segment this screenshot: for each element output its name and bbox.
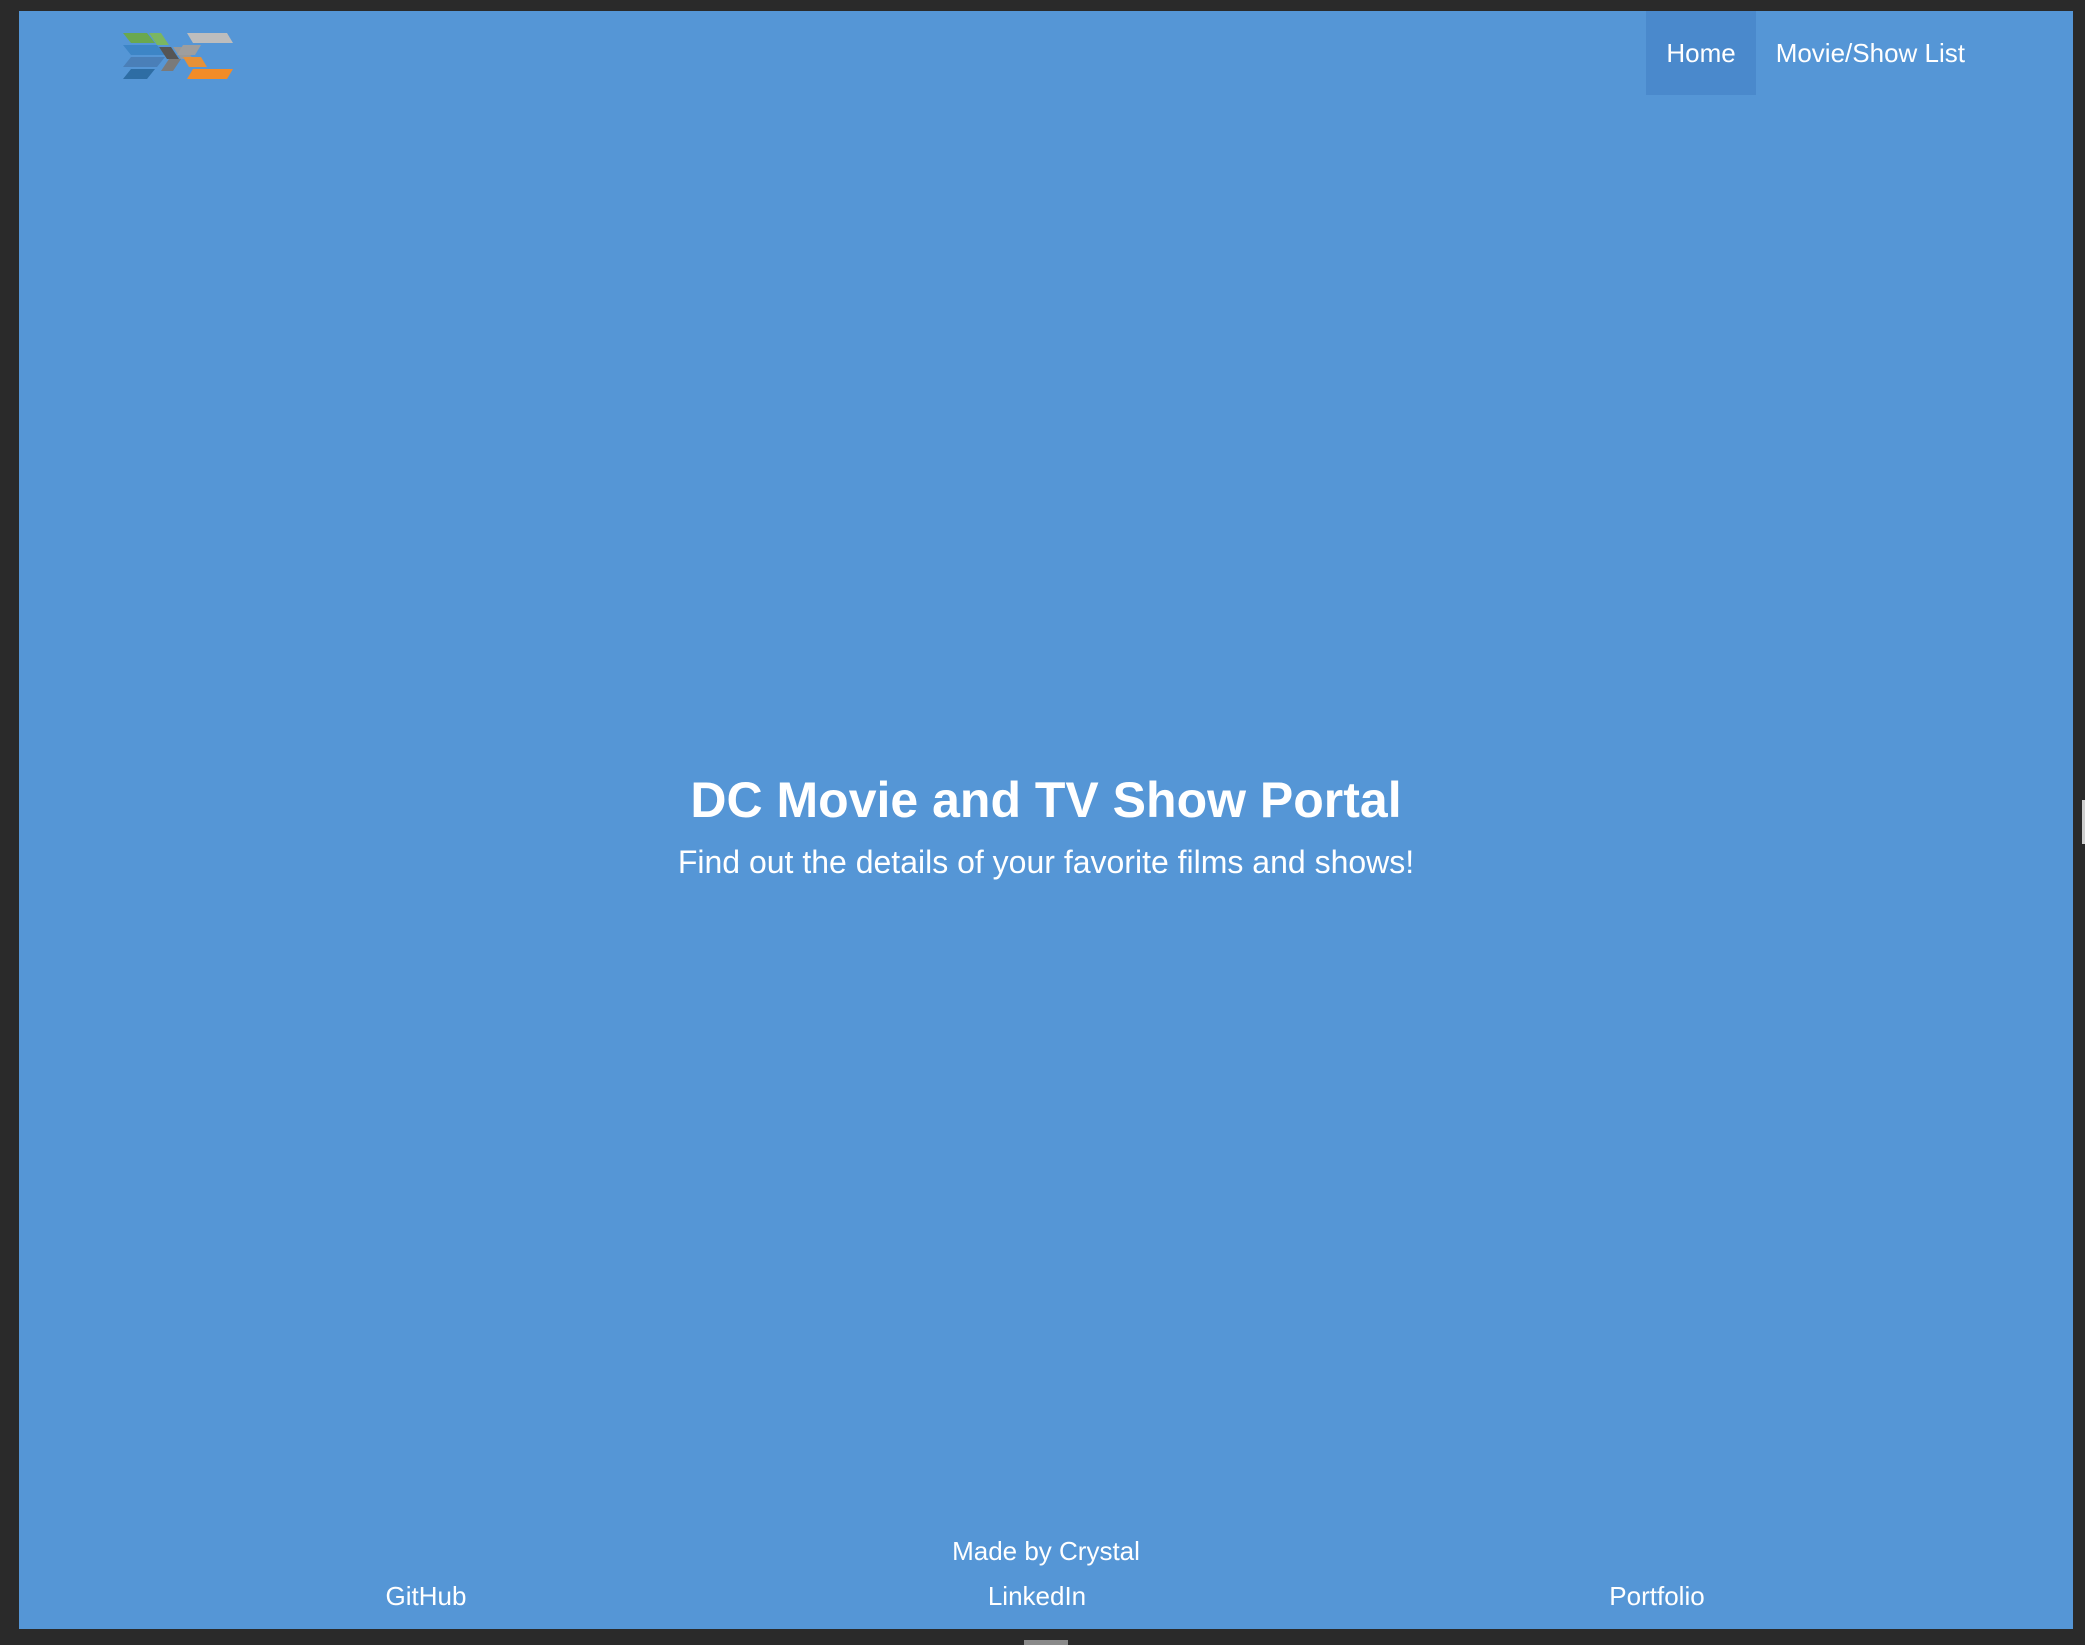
page-container: Home Movie/Show List DC Movie and TV Sho… bbox=[19, 11, 2073, 1629]
portfolio-link[interactable]: Portfolio bbox=[1609, 1571, 1704, 1621]
hero: DC Movie and TV Show Portal Find out the… bbox=[19, 759, 2073, 883]
footer: Made by Crystal GitHub LinkedIn Portfoli… bbox=[19, 1531, 2073, 1621]
github-link[interactable]: GitHub bbox=[386, 1571, 467, 1621]
nav-movie-show-list[interactable]: Movie/Show List bbox=[1756, 11, 1985, 95]
scroll-indicator[interactable] bbox=[1024, 1640, 1068, 1645]
nav-home[interactable]: Home bbox=[1646, 11, 1756, 95]
nav-links: Home Movie/Show List bbox=[1646, 11, 1985, 95]
nav-movie-show-list-label: Movie/Show List bbox=[1775, 37, 1965, 68]
navbar: Home Movie/Show List bbox=[19, 11, 2073, 95]
nav-home-label: Home bbox=[1666, 37, 1736, 68]
linkedin-link[interactable]: LinkedIn bbox=[988, 1571, 1086, 1621]
page-subtitle: Find out the details of your favorite fi… bbox=[677, 844, 1415, 880]
footer-links: GitHub LinkedIn Portfolio bbox=[19, 1571, 2073, 1621]
footer-credit: Made by Crystal bbox=[952, 1536, 1140, 1566]
dc-logo-icon[interactable] bbox=[123, 29, 233, 79]
page-title: DC Movie and TV Show Portal bbox=[690, 772, 1402, 828]
